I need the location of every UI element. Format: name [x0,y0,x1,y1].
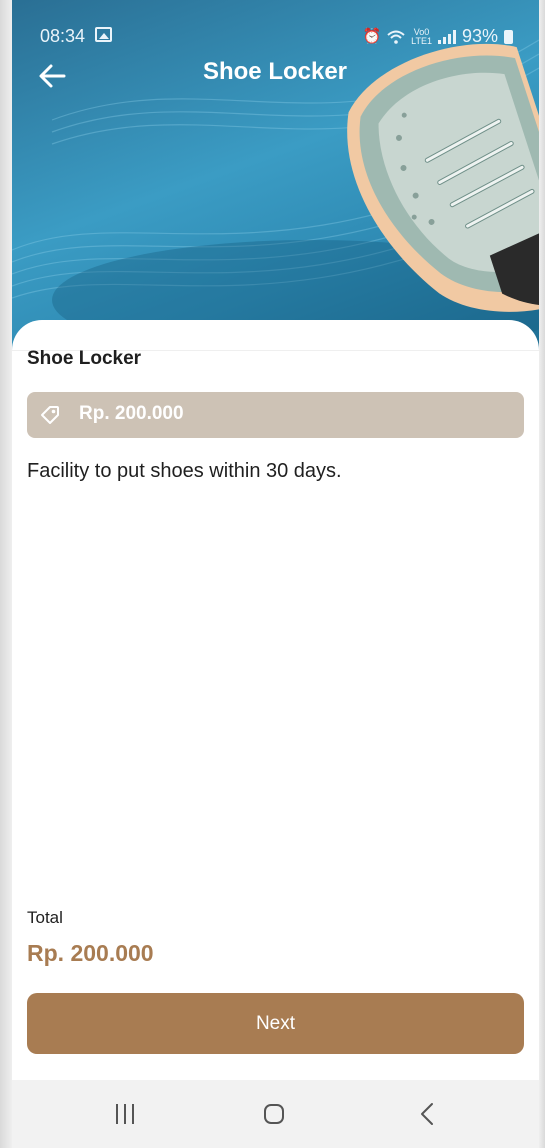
home-icon[interactable] [264,1104,284,1124]
content-sheet: Shoe Locker Rp. 200.000 Facility to put … [12,320,539,1080]
status-bar: 08:34 ⏰ Vo0 LTE1 93% [12,18,539,54]
total-label: Total [27,908,63,927]
product-description: Facility to put shoes within 30 days. [27,460,342,482]
arrow-left-icon[interactable] [36,60,68,92]
device-frame-left [0,0,12,1148]
nav-back-icon[interactable] [414,1100,442,1128]
page-title: Shoe Locker [202,58,348,85]
total-value: Rp. 200.000 [27,940,154,966]
price-tag-icon [41,406,59,424]
price-badge: Rp. 200.000 [27,392,524,438]
network-label-bottom: LTE1 [411,35,432,46]
recent-apps-icon[interactable] [116,1104,134,1124]
network-type: Vo0 LTE1 [411,27,432,46]
product-name: Shoe Locker [27,348,142,369]
hero-banner-image [12,39,539,360]
next-button[interactable]: Next [27,993,524,1054]
device-frame-right [539,0,545,1148]
status-indicators: ⏰ Vo0 LTE1 93% [362,26,513,47]
battery-icon [504,29,513,44]
alarm-icon: ⏰ [362,28,382,45]
status-time: 08:34 [40,26,86,46]
gallery-icon [95,27,112,42]
battery-percent: 93% [461,26,498,46]
price-value: Rp. 200.000 [79,403,184,424]
signal-icon [437,29,456,44]
hero-banner [12,0,539,360]
wifi-icon [387,30,405,44]
system-nav-bar [12,1080,539,1148]
